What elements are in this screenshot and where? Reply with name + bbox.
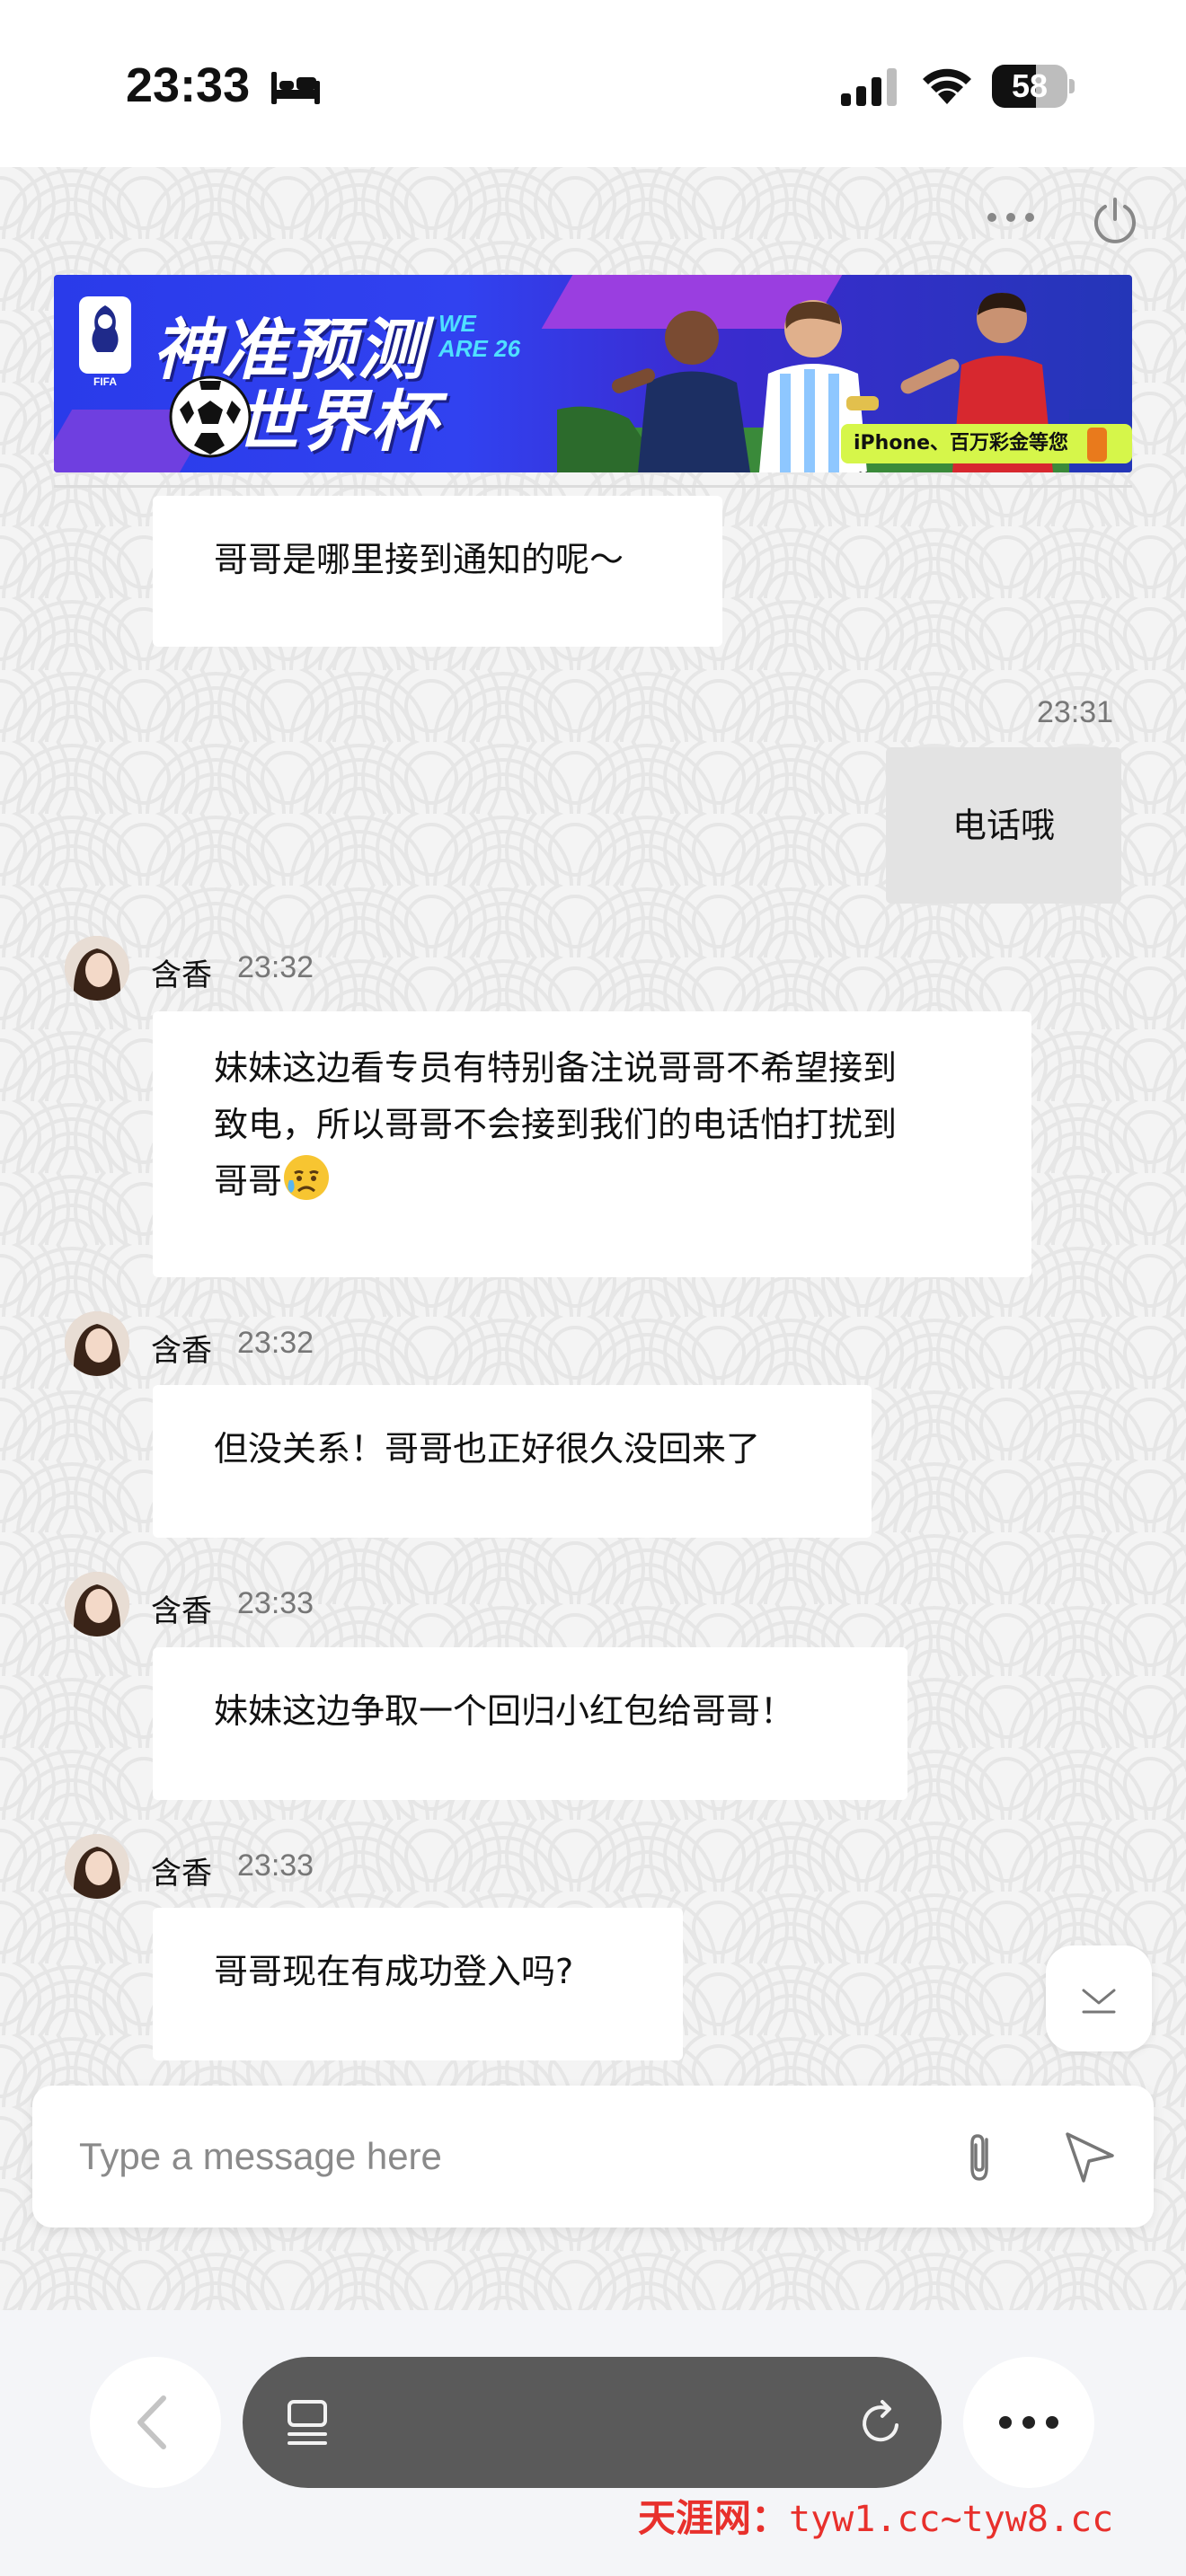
watermark-site-name: 天涯网：: [638, 2496, 790, 2540]
agent-message-bubble[interactable]: 妹妹这边看专员有特别备注说哥哥不希望接到 致电，所以哥哥不会接到我们的电话怕打扰…: [153, 1011, 1031, 1277]
more-icon: [999, 2416, 1058, 2429]
message-time: 23:31: [1037, 695, 1114, 729]
soccer-ball-icon: [169, 375, 252, 458]
user-message-bubble[interactable]: 电话哦: [886, 747, 1121, 904]
sender-name: 含香: [151, 1333, 212, 1369]
banner-tag-line1: WE: [438, 310, 476, 337]
agent-avatar[interactable]: [65, 1311, 129, 1376]
message-text: 电话哦: [951, 806, 1055, 845]
message-text: 但没关系！哥哥也正好很久没回来了: [214, 1429, 761, 1469]
address-bar[interactable]: [243, 2357, 942, 2488]
sender-name: 含香: [151, 1593, 212, 1629]
world-cup-banner[interactable]: FIFA 神准预测 世界杯 WE ARE 26 iPhone、百万彩金等您分!: [54, 275, 1132, 472]
banner-divider: [54, 485, 1132, 488]
battery-icon: 58: [992, 65, 1067, 108]
fifa-label: FIFA: [93, 375, 117, 388]
battery-cap: [1069, 79, 1075, 93]
message-time: 23:33: [237, 1586, 314, 1620]
reload-icon[interactable]: [857, 2396, 907, 2448]
sad-relieved-emoji-icon: [284, 1155, 330, 1200]
message-input[interactable]: [79, 2116, 888, 2197]
battery-percent: 58: [1011, 67, 1049, 104]
sender-name: 含香: [151, 957, 212, 993]
message-text: 妹妹这边争取一个回归小红包给哥哥！: [214, 1691, 795, 1731]
wifi-icon: [923, 68, 971, 104]
message-time: 23:32: [237, 1326, 314, 1360]
agent-avatar[interactable]: [65, 1834, 129, 1899]
phone-icon: [1087, 428, 1107, 462]
agent-message-bubble[interactable]: 但没关系！哥哥也正好很久没回来了: [153, 1385, 872, 1538]
chevron-down-icon: [1082, 1989, 1116, 2014]
watermark-domains: tyw1.cc~tyw8.cc: [789, 2499, 1114, 2540]
agent-message-bubble[interactable]: 妹妹这边争取一个回归小红包给哥哥！: [153, 1647, 907, 1800]
battery-indicator: 58: [992, 65, 1075, 108]
message-line: 致电，所以哥哥不会接到我们的电话怕打扰到: [214, 1105, 898, 1144]
status-time: 23:33: [126, 58, 251, 112]
message-line: 哥哥: [214, 1161, 283, 1201]
back-icon: [137, 2395, 166, 2449]
power-icon[interactable]: [1091, 196, 1139, 244]
agent-message-bubble[interactable]: 哥哥是哪里接到通知的呢～: [153, 496, 722, 647]
agent-message-bubble[interactable]: 哥哥现在有成功登入吗?: [153, 1908, 683, 2060]
banner-tag: WE ARE 26: [438, 311, 520, 361]
sender-name: 含香: [151, 1856, 212, 1892]
banner-title-line2: 世界杯: [234, 384, 438, 461]
agent-avatar[interactable]: [65, 936, 129, 1001]
bed-icon: [271, 72, 320, 104]
attach-icon[interactable]: [952, 2127, 1006, 2186]
signal-icon: [841, 68, 897, 106]
message-time: 23:33: [237, 1848, 314, 1883]
tabs-icon[interactable]: [282, 2396, 332, 2448]
message-time: 23:32: [237, 950, 314, 984]
banner-tag-line2: ARE 26: [438, 335, 521, 362]
browser-more-button[interactable]: [963, 2357, 1094, 2488]
watermark: 天涯网：tyw1.cc~tyw8.cc: [638, 2488, 1113, 2543]
message-composer: [32, 2086, 1154, 2228]
message-text: 哥哥现在有成功登入吗?: [214, 1952, 574, 1991]
status-bar: 23:33 58: [0, 0, 1186, 167]
message-line: 妹妹这边看专员有特别备注说哥哥不希望接到: [214, 1048, 898, 1088]
scroll-to-bottom-button[interactable]: [1046, 1945, 1152, 2051]
message-text: 哥哥是哪里接到通知的呢～: [214, 540, 624, 579]
back-button[interactable]: [90, 2357, 221, 2488]
agent-avatar[interactable]: [65, 1572, 129, 1636]
more-options-icon[interactable]: [979, 199, 1042, 235]
fifa-logo: [79, 296, 131, 374]
send-icon[interactable]: [1062, 2129, 1118, 2184]
